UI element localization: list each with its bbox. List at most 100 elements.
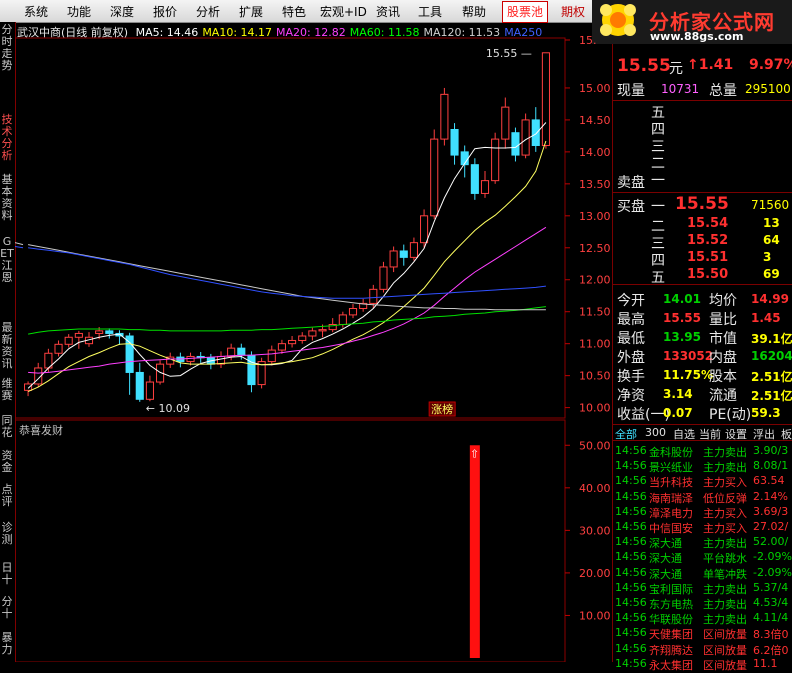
tape-row[interactable]: 14:56 齐翔腾达 区间放量 6.2倍0 [613,641,792,657]
tape-row[interactable]: 14:56 天健集团 区间放量 8.3倍0 [613,626,792,641]
ind-label-1: 40.00 [579,482,611,495]
tape-action: 主力卖出 [703,613,747,627]
tape-row[interactable]: 14:56 金科股份 主力卖出 3.90/3 [613,444,792,459]
tape-val: 11.1 [753,656,778,670]
candle-body-32 [348,308,358,316]
candle-body-40 [430,138,439,217]
left-tab-8[interactable]: 资金 [0,450,14,474]
stat-5-l1: 净资 [617,388,645,404]
stat-4-l1: 换手 [617,369,645,385]
candle-body-27 [298,335,307,341]
tape-row[interactable]: 14:56 海南瑞泽 低位反弹 2.14% [613,489,792,505]
last-price: 15.55 [617,56,671,76]
menu-item-0[interactable]: 系统 [24,3,48,20]
left-tab-6[interactable]: 维赛 [0,378,14,402]
left-tab-12[interactable]: 分十 [0,596,14,620]
tape-row[interactable]: 14:56 中信国安 主力买入 27.02/ [613,520,792,535]
menu-item-5[interactable]: 扩展 [239,3,263,20]
kline-chart-area[interactable]: 武汉中商(日线 前复权) MA5: 14.46 MA10: 14.17 MA20: … [15,22,612,662]
stat-2-l1: 最低 [617,331,645,347]
price-change-pct: 9.97% [749,57,792,73]
zongliang-label: 总量 [709,83,737,99]
menu-item-6[interactable]: 特色 [282,3,306,20]
candle-body-24 [267,349,276,363]
stock-pool-button[interactable]: 股票池 [502,1,549,23]
tape-val: -2.09% [753,550,792,564]
yuan-unit: 元 [669,61,683,77]
stat-0-l1: 今开 [617,293,645,309]
stat-6-l1: 收益(一) [617,407,670,423]
menu-item-3[interactable]: 报价 [153,3,177,20]
xianliang-value: 10731 [661,82,700,96]
stat-5-v2: 2.51亿 [751,389,792,403]
left-tab-9[interactable]: 点评 [0,484,14,508]
tape-val: 6.2倍0 [753,643,789,657]
left-tab-10[interactable]: 诊测 [0,522,14,546]
tape-action: 主力卖出 [703,582,747,596]
tape-name: 金科股份 [649,446,693,459]
tape-row[interactable]: 14:56 宝利国际 主力卖出 5.37/4 [613,580,792,596]
tape-row[interactable]: 14:56 漳泽电力 主力买入 3.69/3 [613,505,792,520]
buy-row-2-price: 15.51 [687,250,729,265]
left-tab-2[interactable]: 基本资料 [0,174,14,222]
left-tab-13[interactable]: 暴力 [0,632,14,656]
menu-item-7[interactable]: 宏观+ID [320,3,367,20]
price-label-4: 13.50 [579,178,611,191]
tape-val: 2.14% [753,489,788,503]
stat-3-l1: 外盘 [617,350,645,366]
candle-body-44 [470,164,479,194]
left-tab-4[interactable]: 江恩 [0,260,14,284]
tape-action: 主力卖出 [703,598,747,611]
left-tab-5[interactable]: 最新资讯 [0,322,14,370]
menu-item-10[interactable]: 帮助 [462,3,486,20]
tape-row[interactable]: 14:56 当升科技 主力买入 63.54 [613,474,792,490]
price-label-9: 11.00 [579,338,611,351]
left-tab-1[interactable]: 技术分析 [0,114,14,162]
tape-name: 深大通 [649,552,682,566]
menu-item-9[interactable]: 工具 [418,3,442,20]
tape-val: 4.53/4 [753,596,789,609]
tape-val: 5.37/4 [753,580,789,594]
tape-tab-1[interactable]: 300 [645,426,666,439]
ind-label-0: 50.00 [579,439,611,452]
left-tab-11[interactable]: 日十 [0,562,14,586]
tape-row[interactable]: 14:56 深大通 单笔冲跌 -2.09% [613,565,792,581]
tape-val: 27.02/ [753,520,789,533]
tape-action: 平台跳水 [703,552,747,566]
candle-body-47 [501,106,510,140]
option-menu[interactable]: 期权 [561,3,585,20]
tape-row[interactable]: 14:56 东方电热 主力卖出 4.53/4 [613,596,792,611]
candle-body-36 [389,250,398,268]
tape-time: 14:56 [615,596,647,609]
candle-body-31 [338,314,347,325]
kline-svg: 15. 15.00 14.50 14.00 13.50 13.00 12.50 12.00 11… [15,34,611,662]
menu-item-2[interactable]: 深度 [110,3,134,20]
menu-item-1[interactable]: 功能 [67,3,91,20]
stat-5-v1: 3.14 [663,387,693,401]
tape-row[interactable]: 14:56 华联股份 主力卖出 4.11/4 [613,611,792,627]
tape-name: 当升科技 [649,476,693,490]
tape-action: 主力买入 [703,522,747,535]
menu-item-4[interactable]: 分析 [196,3,220,20]
tape-time: 14:56 [615,641,647,655]
tape-row[interactable]: 14:56 深大通 平台跳水 -2.09% [613,550,792,566]
ma250-line [28,247,546,299]
candle-body-41 [440,93,449,140]
tape-row[interactable]: 14:56 深大通 主力卖出 52.00/ [613,535,792,550]
ma250-lead [15,246,24,249]
tape-row[interactable]: 14:56 永太集团 区间放量 11.1 [613,656,792,672]
tape-time: 14:56 [615,489,647,503]
left-tab-3[interactable]: GET [0,236,14,260]
menu-item-8[interactable]: 资讯 [376,3,400,20]
stat-0-v1: 14.01 [663,292,701,306]
left-tab-0[interactable]: 分时走势 [0,24,14,72]
tape-row[interactable]: 14:56 景兴纸业 主力卖出 8.08/1 [613,459,792,474]
tape-time: 14:56 [615,535,647,549]
price-label-10: 10.50 [579,370,611,383]
tape-val: -2.09% [753,565,792,579]
stat-4-v2: 2.51亿 [751,370,792,384]
candle-body-4 [64,336,73,345]
left-tab-7[interactable]: 同花 [0,415,14,439]
stat-2-l2: 市值 [709,331,737,347]
candle-body-46 [491,138,500,182]
